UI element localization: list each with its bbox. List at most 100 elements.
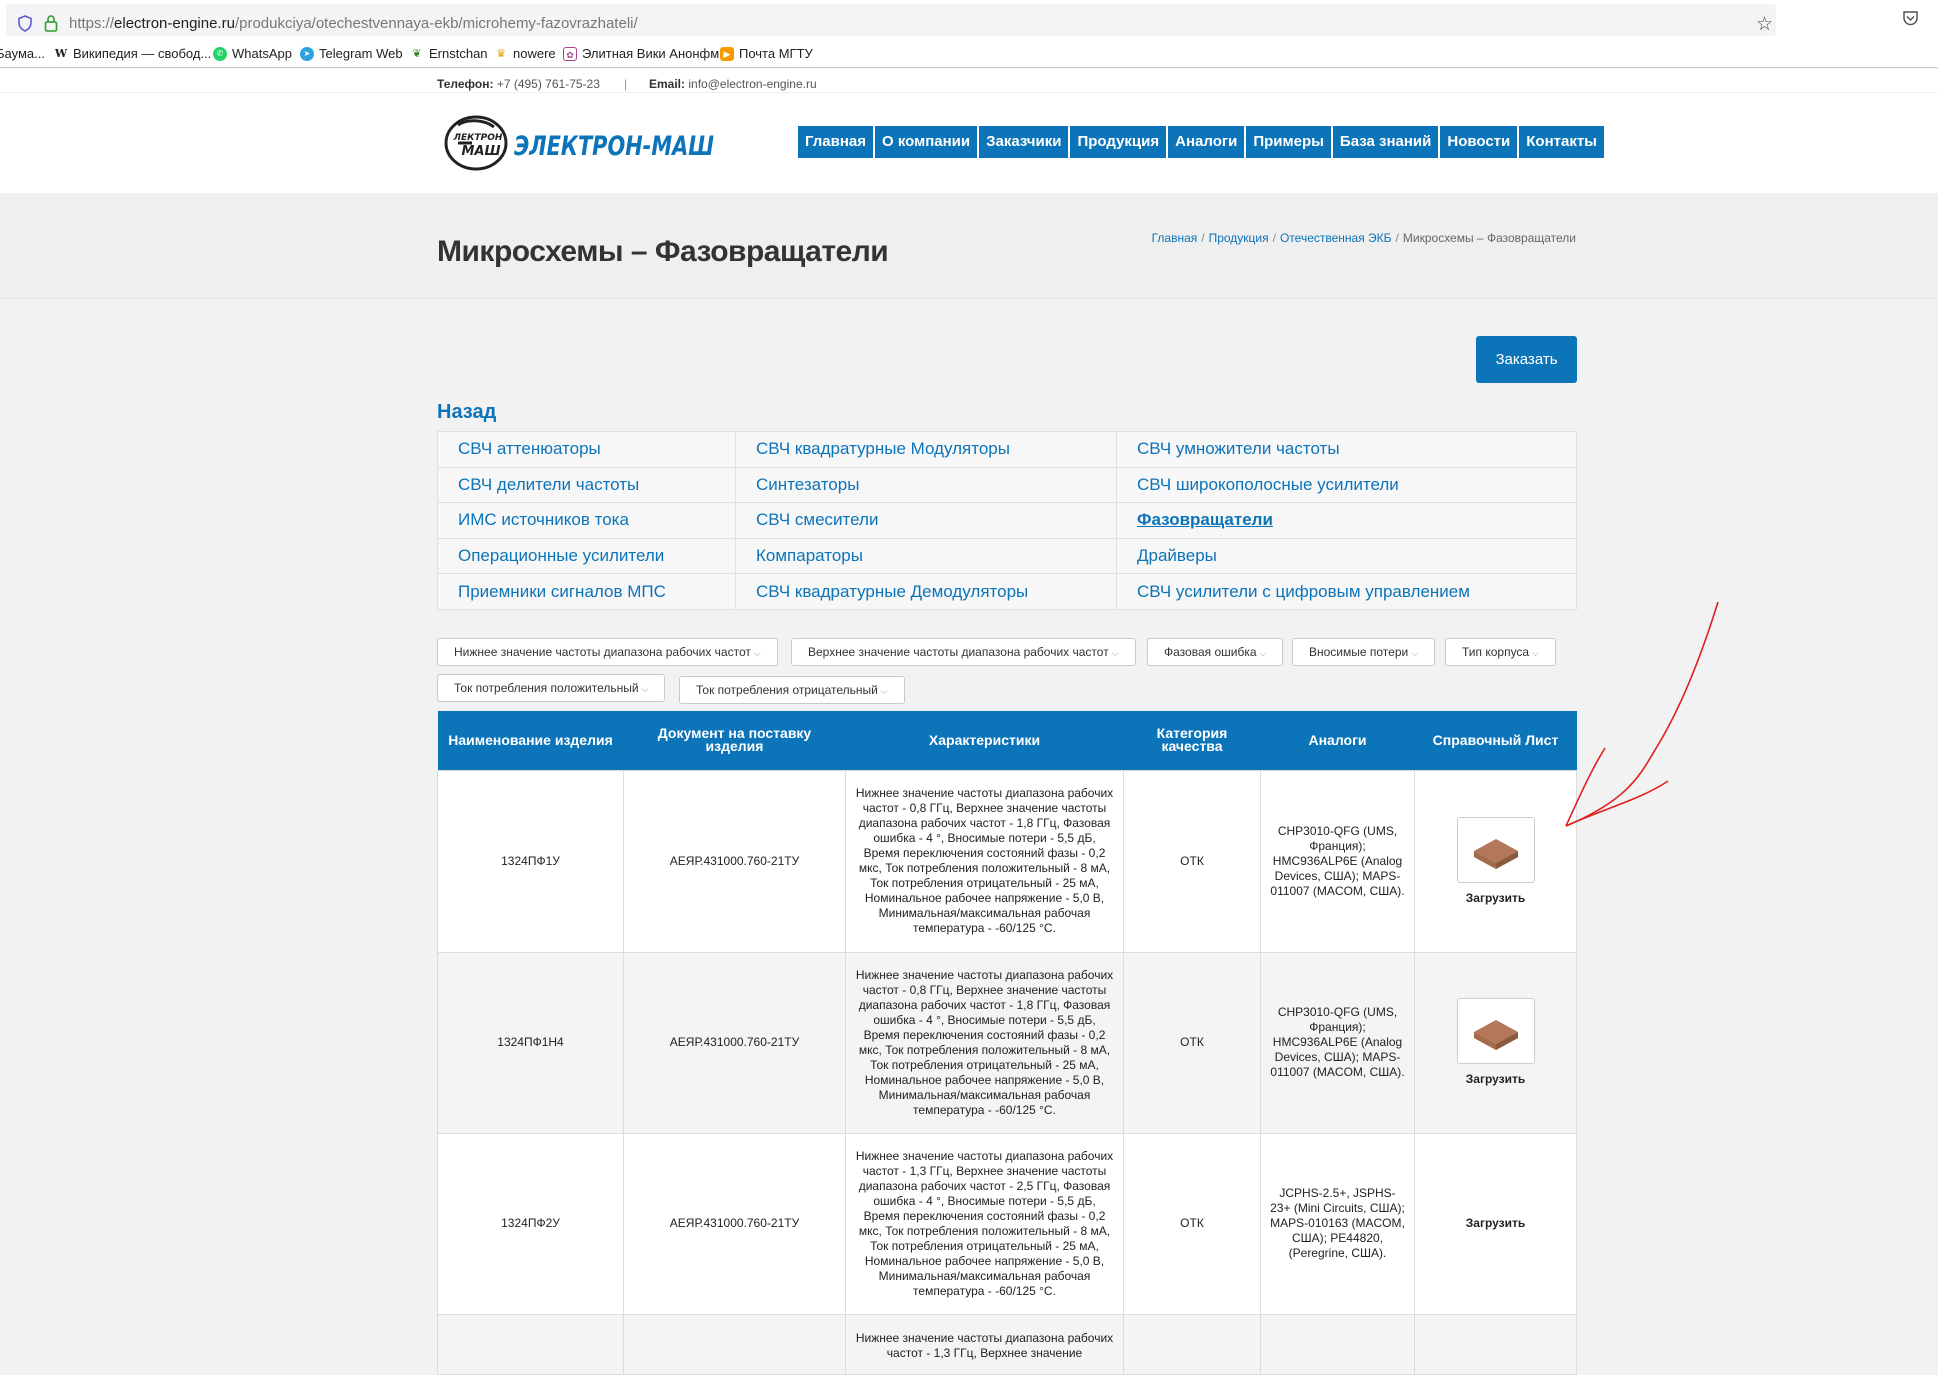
download-label[interactable]: Загрузить <box>1466 891 1525 906</box>
category-cell: СВЧ квадратурные Демодуляторы <box>735 573 1117 610</box>
filter-positive-current[interactable]: Ток потребления положительный ⌵ <box>437 674 666 702</box>
category-link[interactable]: СВЧ смесители <box>756 510 878 529</box>
category-link[interactable]: СВЧ умножители частоты <box>1137 439 1340 458</box>
bookmark-nowere[interactable]: ♛ nowere <box>494 46 556 61</box>
category-cell: СВЧ смесители <box>735 502 1117 539</box>
chevron-down-icon: ⌵ <box>1111 648 1119 658</box>
nav-news[interactable]: Новости <box>1440 126 1518 158</box>
nav-analogs[interactable]: Аналоги <box>1168 126 1245 158</box>
download-label[interactable]: Загрузить <box>1466 1072 1525 1087</box>
page-title: Микросхемы – Фазовращатели <box>437 235 889 268</box>
cell-datasheet: Загрузить <box>1414 769 1577 953</box>
bookmark-whatsapp[interactable]: ✆ WhatsApp <box>213 46 292 61</box>
cell-datasheet: Загрузить <box>1414 1132 1577 1315</box>
phone-number[interactable]: +7 (495) 761-75-23 <box>497 77 600 91</box>
category-cell: ИМС источников тока <box>437 502 736 539</box>
category-cell-active: Фазовращатели <box>1116 502 1577 539</box>
category-link[interactable]: СВЧ усилители с цифровым управлением <box>1137 582 1470 601</box>
category-link[interactable]: Компараторы <box>756 546 863 565</box>
filter-package-type[interactable]: Тип корпуса ⌵ <box>1445 638 1556 666</box>
filter-phase-error[interactable]: Фазовая ошибка ⌵ <box>1147 638 1284 666</box>
breadcrumb-products[interactable]: Продукция <box>1209 231 1269 245</box>
annotation-arrow <box>1565 601 1719 827</box>
download-label[interactable]: Загрузить <box>1466 1216 1525 1230</box>
table-row: 1324ПФ2У АЕЯР.431000.760-21ТУ Нижнее зна… <box>437 1132 1577 1315</box>
table-row: 1324ПФ1Н4 АЕЯР.431000.760-21ТУ Нижнее зн… <box>437 951 1577 1134</box>
back-link[interactable]: Назад <box>437 401 496 424</box>
nav-knowledge-base[interactable]: База знаний <box>1332 126 1439 158</box>
datasheet-download[interactable]: Загрузить <box>1424 816 1567 906</box>
cell-quality: ОТК <box>1123 1132 1261 1315</box>
chevron-down-icon: ⌵ <box>753 648 761 658</box>
col-header-doc: Документ на поставку изделия <box>623 711 846 770</box>
site-header: ЛЕКТРОН МАШ ЭЛЕКТРОН-МАШ Главная О компа… <box>0 93 1938 193</box>
chip-thumbnail[interactable] <box>1456 816 1535 883</box>
col-header-specs: Характеристики <box>845 711 1124 770</box>
category-link[interactable]: Операционные усилители <box>458 546 664 565</box>
bookmark-telegram[interactable]: ➤ Telegram Web <box>300 46 403 61</box>
url-text[interactable]: https://electron-engine.ru/produkciya/ot… <box>69 15 638 32</box>
mail-icon: ▶ <box>720 46 734 61</box>
cell-doc: АЕЯР.431000.760-21ТУ <box>623 951 846 1134</box>
filter-max-freq[interactable]: Верхнее значение частоты диапазона рабоч… <box>791 638 1136 666</box>
breadcrumb-domestic-ekb[interactable]: Отечественная ЭКБ <box>1280 231 1392 245</box>
cell-specs: Нижнее значение частоты диапазона рабочи… <box>845 1132 1124 1315</box>
cell-analogs <box>1260 1313 1415 1375</box>
bookmark-wikipedia[interactable]: W Википедия — свобод... <box>54 46 211 61</box>
cell-doc: АЕЯР.431000.760-21ТУ <box>623 769 846 953</box>
category-link[interactable]: ИМС источников тока <box>458 510 629 529</box>
page-title-bar: Микросхемы – Фазовращатели Главная / Проду… <box>0 193 1938 299</box>
lock-icon[interactable] <box>44 14 58 32</box>
whatsapp-icon: ✆ <box>213 46 227 61</box>
cell-name: 1324ПФ2У <box>437 1132 624 1315</box>
cell-analogs: CHP3010-QFG (UMS, Франция); HMC936ALP6E … <box>1260 951 1415 1134</box>
category-link[interactable]: Синтезаторы <box>756 475 859 494</box>
chevron-down-icon: ⌵ <box>1532 648 1539 658</box>
category-link-active[interactable]: Фазовращатели <box>1137 510 1273 529</box>
pocket-icon[interactable] <box>1902 10 1919 27</box>
category-link[interactable]: СВЧ квадратурные Демодуляторы <box>756 582 1028 601</box>
category-cell: Синтезаторы <box>735 466 1117 504</box>
email-address[interactable]: info@electron-engine.ru <box>688 77 816 91</box>
category-link[interactable]: Драйверы <box>1137 546 1217 565</box>
main-nav: Главная О компании Заказчики Продукция А… <box>798 126 1604 158</box>
filter-min-freq[interactable]: Нижнее значение частоты диапазона рабочи… <box>437 638 778 666</box>
category-link[interactable]: СВЧ делители частоты <box>458 475 639 494</box>
cell-quality: ОТК <box>1123 951 1261 1134</box>
category-cell: Операционные усилители <box>437 537 736 575</box>
filter-insertion-loss[interactable]: Вносимые потери ⌵ <box>1292 638 1436 666</box>
category-cell: Драйверы <box>1116 537 1577 575</box>
category-link[interactable]: СВЧ аттенюаторы <box>458 439 601 458</box>
product-table: Наименование изделия Документ на поставк… <box>437 711 1577 1375</box>
bookmark-ernstchan[interactable]: ❦ Ernstchan <box>410 46 487 61</box>
nav-home[interactable]: Главная <box>798 126 874 158</box>
cell-doc <box>623 1313 846 1375</box>
cell-quality <box>1123 1313 1261 1375</box>
nav-examples[interactable]: Примеры <box>1246 126 1331 158</box>
cell-name <box>437 1313 624 1375</box>
bookmark-bauman[interactable]: Баума... <box>0 46 45 61</box>
category-link[interactable]: Приемники сигналов МПС <box>458 582 666 601</box>
bookmark-star-icon[interactable]: ☆ <box>1756 13 1773 36</box>
chip-thumbnail[interactable] <box>1456 998 1535 1064</box>
bookmarks-bar: Баума... W Википедия — свобод... ✆ WhatsAp… <box>0 40 1938 68</box>
filter-negative-current[interactable]: Ток потребления отрицательный ⌵ <box>679 676 905 704</box>
datasheet-download[interactable]: Загрузить <box>1424 998 1567 1087</box>
shield-icon[interactable] <box>18 15 32 32</box>
category-link[interactable]: СВЧ квадратурные Модуляторы <box>756 439 1010 458</box>
order-button[interactable]: Заказать <box>1476 336 1577 383</box>
category-cell: СВЧ широкополосные усилители <box>1116 466 1577 504</box>
contact-bar: Телефон: +7 (495) 761-75-23 | Email: inf… <box>0 69 1938 93</box>
address-field[interactable]: https://electron-engine.ru/produkciya/ot… <box>6 4 1776 36</box>
telegram-icon: ➤ <box>300 46 314 61</box>
category-link[interactable]: СВЧ широкополосные усилители <box>1137 475 1399 494</box>
breadcrumb-home[interactable]: Главная <box>1152 231 1198 245</box>
cell-specs: Нижнее значение частоты диапазона рабочи… <box>845 1313 1124 1375</box>
nav-about[interactable]: О компании <box>875 126 978 158</box>
nav-contacts[interactable]: Контакты <box>1519 126 1604 158</box>
nav-customers[interactable]: Заказчики <box>979 126 1069 158</box>
nav-products[interactable]: Продукция <box>1070 126 1167 158</box>
bookmark-mail-mgtu[interactable]: ▶ Почта МГТУ <box>720 46 813 61</box>
bookmark-elite-wiki[interactable]: ✿ Элитная Вики Анонфм <box>563 46 719 61</box>
site-logo[interactable]: ЛЕКТРОН МАШ ЭЛЕКТРОН-МАШ <box>444 115 719 171</box>
